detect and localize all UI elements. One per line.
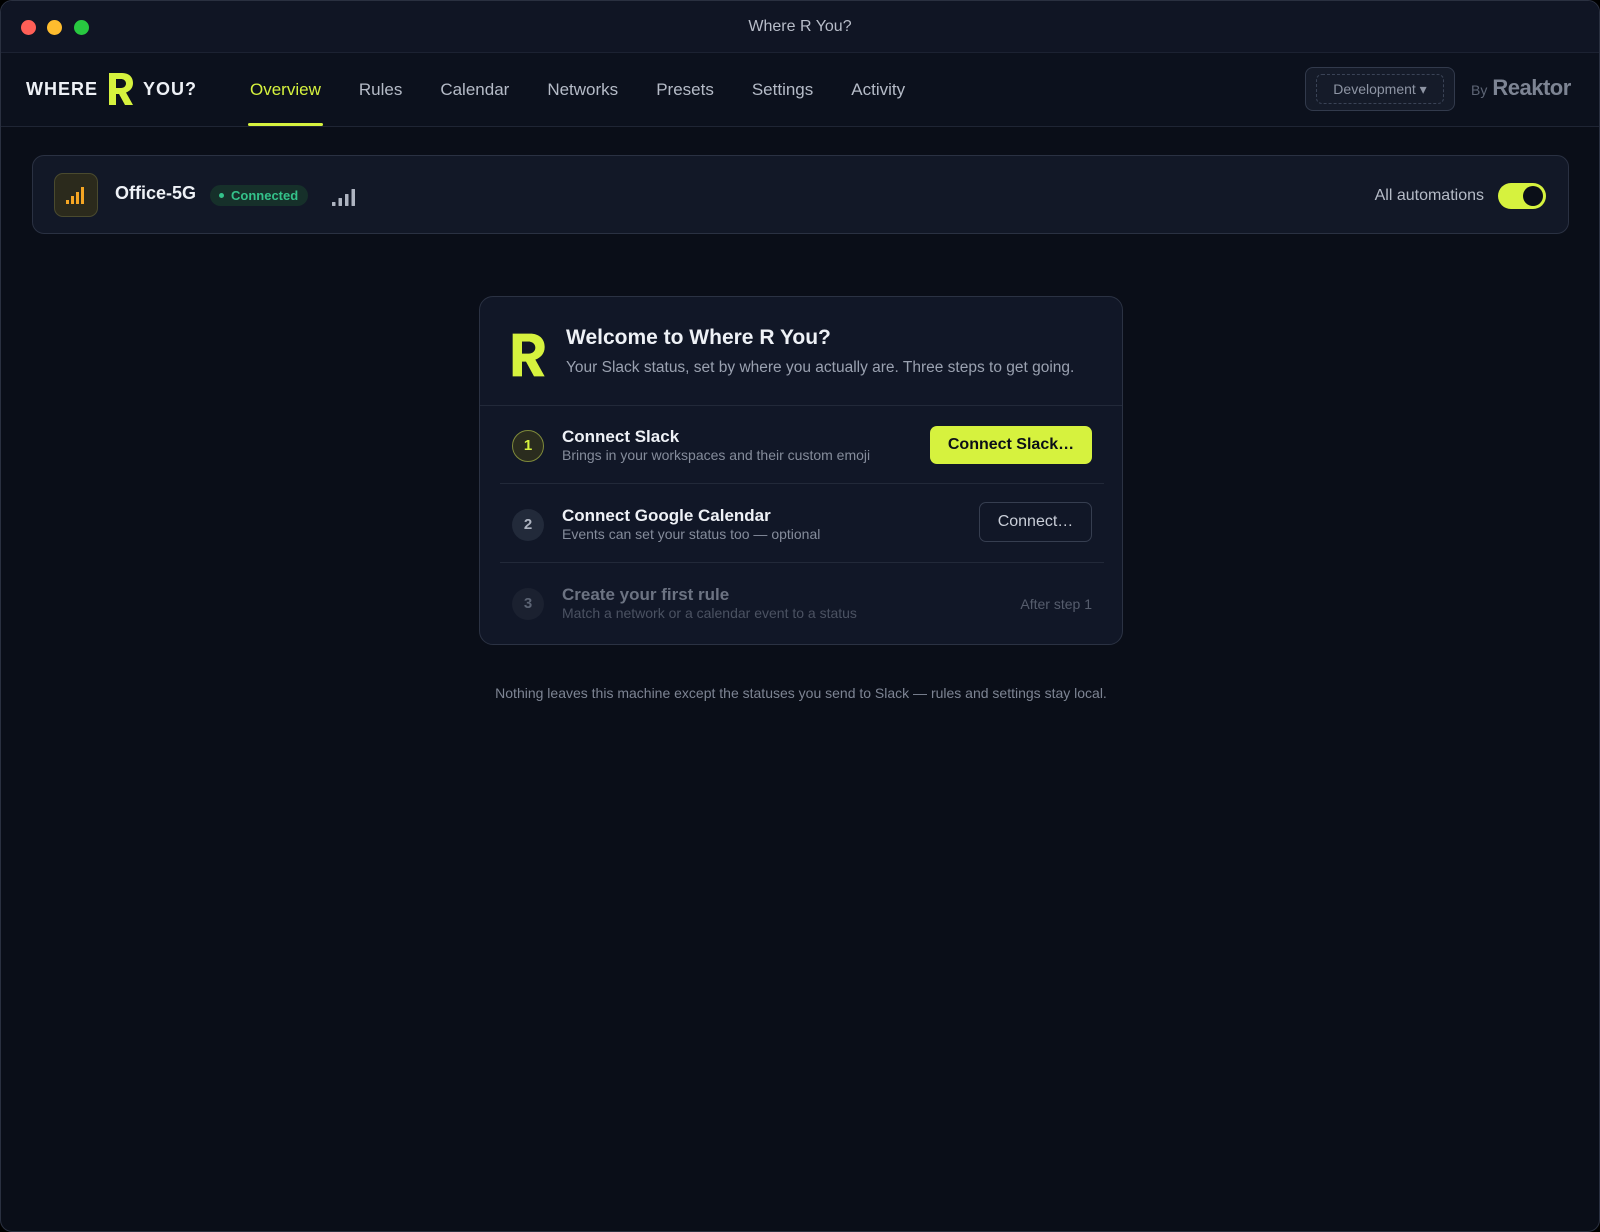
automations-label: All automations: [1374, 187, 1484, 204]
step-description: Events can set your status too — optiona…: [562, 526, 821, 542]
status-badge-label: Connected: [231, 188, 299, 203]
app-window: Where R You? WHERE YOU? Overview Rules C…: [0, 0, 1600, 1232]
tab-networks[interactable]: Networks: [529, 53, 636, 126]
step-title: Connect Google Calendar: [562, 506, 771, 525]
maker-credit: By Reaktor: [1471, 75, 1571, 101]
window-title: Where R You?: [748, 18, 852, 35]
connect-calendar-button[interactable]: Connect…: [979, 502, 1092, 542]
step-description: Match a network or a calendar event to a…: [562, 605, 857, 621]
r-logo-icon: [512, 333, 545, 377]
nav-tabs: Overview Rules Calendar Networks Presets…: [231, 53, 924, 126]
tab-rules[interactable]: Rules: [341, 53, 420, 126]
automations-toggle[interactable]: [1498, 183, 1546, 209]
environment-selector[interactable]: Development ▾: [1305, 67, 1455, 111]
maker-logo: Reaktor: [1492, 75, 1571, 100]
brand-word-you: YOU?: [143, 78, 198, 99]
step-create-rule: 3 Create your first rule Match a network…: [500, 563, 1104, 641]
step-description: Brings in your workspaces and their cust…: [562, 447, 871, 463]
tab-overview[interactable]: Overview: [232, 53, 339, 126]
step-title: Create your first rule: [562, 585, 730, 604]
network-status-bar: Office-5G Connected All automations: [32, 155, 1569, 234]
step-number: 3: [512, 588, 544, 620]
privacy-note: Nothing leaves this machine except the s…: [495, 685, 1107, 701]
connect-slack-button[interactable]: Connect Slack…: [930, 426, 1092, 464]
tab-calendar[interactable]: Calendar: [422, 53, 527, 126]
brand-word-where: WHERE: [26, 78, 98, 99]
status-dot: [219, 193, 224, 198]
tab-presets[interactable]: Presets: [638, 53, 732, 126]
wifi-icon: [54, 173, 98, 217]
tab-activity[interactable]: Activity: [833, 53, 923, 126]
network-name: Office-5G: [115, 183, 197, 203]
toggle-knob: [1523, 186, 1543, 206]
title-bar[interactable]: Where R You?: [1, 1, 1599, 53]
environment-dropdown[interactable]: Development ▾: [1316, 74, 1444, 104]
r-logo-icon: [109, 73, 133, 105]
top-nav: WHERE YOU? Overview Rules Calendar Netwo…: [1, 53, 1599, 127]
step-connect-calendar: 2 Connect Google Calendar Events can set…: [500, 484, 1104, 563]
welcome-header: Welcome to Where R You? Your Slack statu…: [480, 297, 1122, 406]
step-number: 1: [512, 430, 544, 462]
tab-settings[interactable]: Settings: [734, 53, 831, 126]
step-number: 2: [512, 509, 544, 541]
brand-logo: WHERE YOU?: [26, 71, 197, 107]
welcome-subtitle: Your Slack status, set by where you actu…: [566, 359, 1075, 376]
welcome-card: Welcome to Where R You? Your Slack statu…: [479, 296, 1123, 645]
connection-status-badge: Connected: [210, 185, 309, 206]
welcome-title: Welcome to Where R You?: [566, 326, 831, 349]
step-title: Connect Slack: [562, 427, 680, 446]
signal-bars-icon: [332, 189, 355, 206]
step-locked-hint: After step 1: [1020, 596, 1092, 612]
step-connect-slack: 1 Connect Slack Brings in your workspace…: [500, 405, 1104, 484]
by-label: By: [1471, 82, 1488, 98]
